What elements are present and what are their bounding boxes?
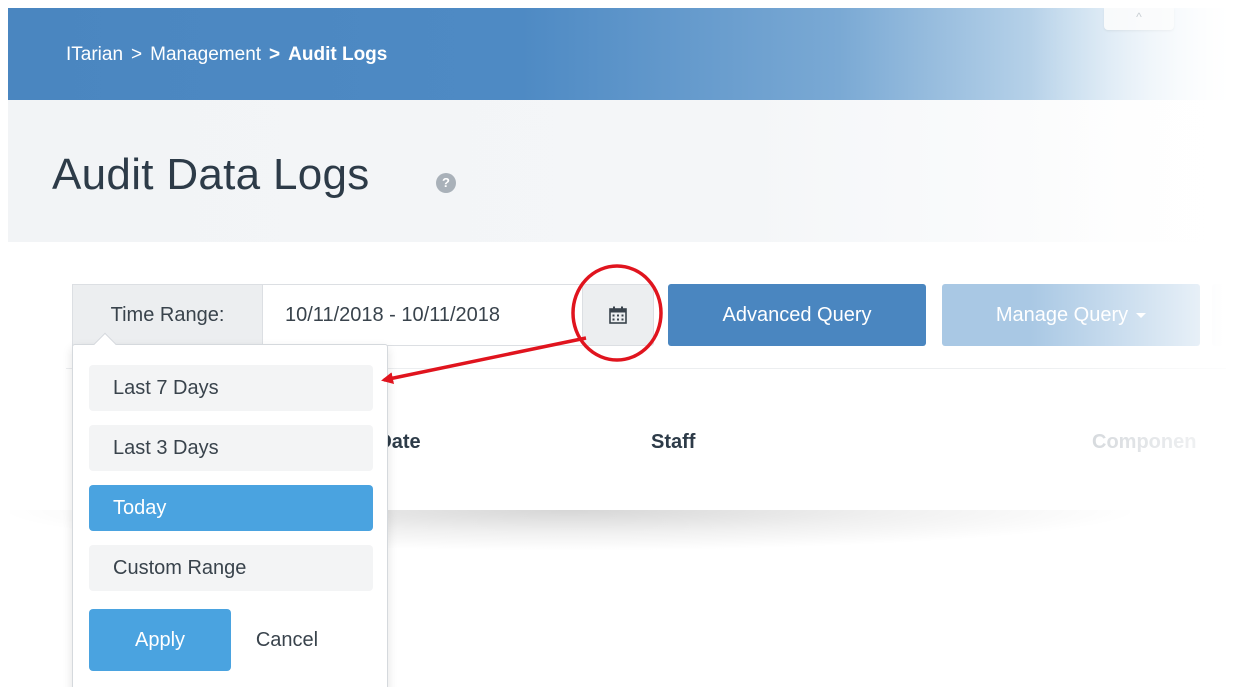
breadcrumb-item-audit-logs: Audit Logs (288, 44, 388, 65)
date-range-input[interactable]: 10/11/2018 - 10/11/2018 (262, 284, 582, 346)
help-icon[interactable]: ? (436, 173, 456, 193)
calendar-button[interactable] (582, 284, 654, 346)
caret-down-icon (1136, 312, 1147, 318)
manage-query-label: Manage Query (995, 303, 1129, 326)
time-range-dropdown: Last 7 Days Last 3 Days Today Custom Ran… (72, 332, 388, 687)
breadcrumb-separator: > (131, 44, 143, 65)
header-bar: ITarian > Management > Audit Logs ^ (8, 8, 1230, 100)
breadcrumb-item-management[interactable]: Management (150, 44, 261, 66)
column-header-staff[interactable]: Staff (651, 431, 695, 454)
range-option-today[interactable]: Today (89, 485, 373, 531)
manage-query-button[interactable]: Manage Query (942, 284, 1200, 346)
column-header-component[interactable]: Componen (1092, 431, 1196, 454)
page-title: Audit Data Logs (52, 150, 370, 199)
apply-button[interactable]: Apply (89, 609, 231, 671)
toolbar-edge (1212, 284, 1224, 346)
range-option-custom-range[interactable]: Custom Range (89, 545, 373, 591)
chevron-up-icon: ^ (1136, 10, 1142, 24)
breadcrumb-item-itarian[interactable]: ITarian (66, 44, 123, 66)
breadcrumb-separator: > (269, 44, 281, 65)
cancel-button[interactable]: Cancel (237, 609, 337, 671)
range-option-last-7-days[interactable]: Last 7 Days (89, 365, 373, 411)
breadcrumb: ITarian > Management > Audit Logs (66, 44, 387, 66)
calendar-icon (609, 306, 627, 324)
range-option-last-3-days[interactable]: Last 3 Days (89, 425, 373, 471)
collapse-header-tab[interactable]: ^ (1104, 8, 1174, 30)
title-band: Audit Data Logs ? (8, 100, 1230, 242)
advanced-query-button[interactable]: Advanced Query (668, 284, 926, 346)
